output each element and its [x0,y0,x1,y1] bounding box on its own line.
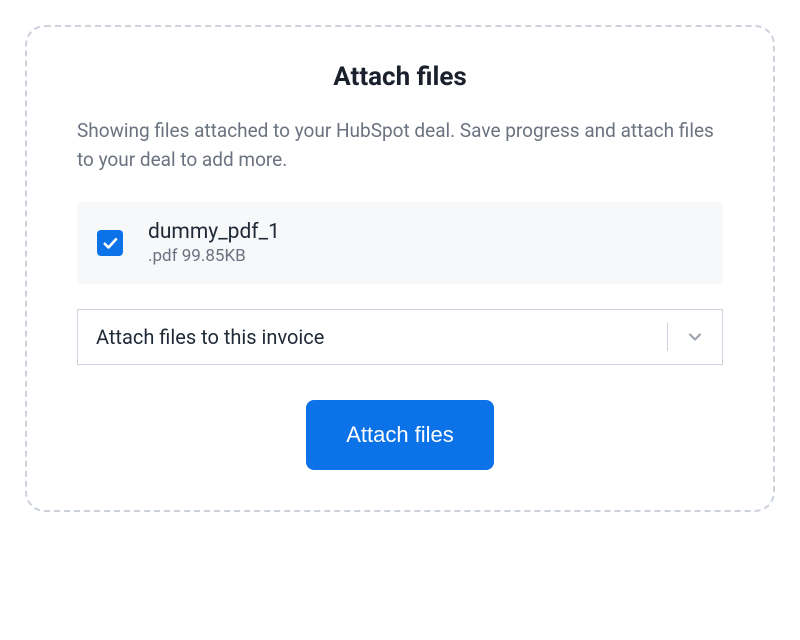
attach-files-modal: Attach files Showing files attached to y… [25,25,775,512]
file-checkbox[interactable] [97,230,123,256]
button-row: Attach files [77,400,723,470]
modal-title: Attach files [77,62,723,92]
file-name: dummy_pdf_1 [148,220,280,244]
check-icon [101,234,119,252]
attach-files-button[interactable]: Attach files [306,400,494,470]
modal-description: Showing files attached to your HubSpot d… [77,117,723,174]
file-row: dummy_pdf_1 .pdf 99.85KB [77,202,723,284]
chevron-down-icon [685,327,705,347]
file-meta: .pdf 99.85KB [148,246,280,266]
attach-target-select[interactable]: Attach files to this invoice [77,309,723,365]
file-info: dummy_pdf_1 .pdf 99.85KB [148,220,280,266]
select-chevron-wrapper [668,327,722,347]
select-label: Attach files to this invoice [78,325,667,349]
